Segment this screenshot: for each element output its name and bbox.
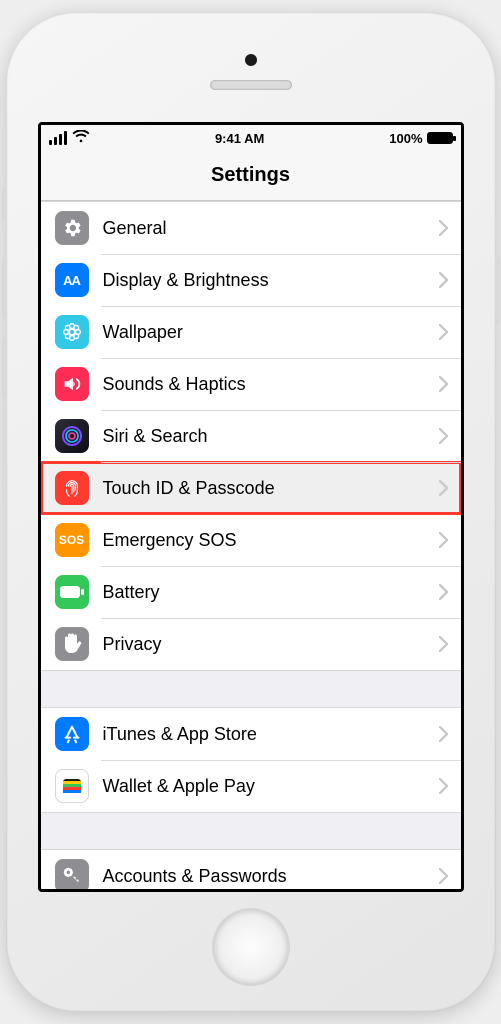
wifi-icon: [72, 130, 90, 146]
row-sounds-haptics[interactable]: Sounds & Haptics: [41, 358, 461, 410]
app-store-icon: [55, 717, 89, 751]
iphone-device-frame: 9:41 AM 100% Settings General AA Di: [6, 12, 496, 1012]
screen: 9:41 AM 100% Settings General AA Di: [38, 122, 464, 892]
row-emergency-sos[interactable]: SOS Emergency SOS: [41, 514, 461, 566]
chevron-right-icon: [439, 220, 449, 236]
row-itunes-app-store[interactable]: iTunes & App Store: [41, 708, 461, 760]
row-display-brightness[interactable]: AA Display & Brightness: [41, 254, 461, 306]
speaker-icon: [55, 367, 89, 401]
row-label: Emergency SOS: [103, 530, 237, 551]
settings-group: Accounts & Passwords: [41, 849, 461, 889]
fingerprint-icon: [55, 471, 89, 505]
chevron-right-icon: [439, 868, 449, 884]
key-icon: [55, 859, 89, 889]
chevron-right-icon: [439, 272, 449, 288]
battery-icon: [427, 132, 453, 144]
chevron-right-icon: [439, 584, 449, 600]
row-label: Display & Brightness: [103, 270, 269, 291]
wallet-icon: [55, 769, 89, 803]
row-label: iTunes & App Store: [103, 724, 257, 745]
row-label: Accounts & Passwords: [103, 866, 287, 887]
row-general[interactable]: General: [41, 202, 461, 254]
row-accounts-passwords[interactable]: Accounts & Passwords: [41, 850, 461, 889]
row-battery[interactable]: Battery: [41, 566, 461, 618]
row-label: Touch ID & Passcode: [103, 478, 275, 499]
hand-icon: [55, 627, 89, 661]
sos-icon: SOS: [55, 523, 89, 557]
home-button[interactable]: [212, 908, 290, 986]
earpiece-speaker: [210, 80, 292, 90]
chevron-right-icon: [439, 376, 449, 392]
row-label: Sounds & Haptics: [103, 374, 246, 395]
battery-pct: 100%: [389, 131, 422, 146]
chevron-right-icon: [439, 636, 449, 652]
status-bar: 9:41 AM 100%: [41, 125, 461, 151]
gear-icon: [55, 211, 89, 245]
chevron-right-icon: [439, 480, 449, 496]
chevron-right-icon: [439, 428, 449, 444]
row-wallet-apple-pay[interactable]: Wallet & Apple Pay: [41, 760, 461, 812]
row-privacy[interactable]: Privacy: [41, 618, 461, 670]
settings-list[interactable]: General AA Display & Brightness Wallpape…: [41, 201, 461, 889]
siri-icon: [55, 419, 89, 453]
flower-icon: [55, 315, 89, 349]
cellular-signal-icon: [49, 131, 68, 145]
page-title: Settings: [41, 151, 461, 201]
chevron-right-icon: [439, 778, 449, 794]
row-label: Wallpaper: [103, 322, 183, 343]
front-camera: [245, 54, 257, 66]
row-label: Wallet & Apple Pay: [103, 776, 255, 797]
settings-group: iTunes & App Store Wallet & Apple Pay: [41, 707, 461, 813]
row-wallpaper[interactable]: Wallpaper: [41, 306, 461, 358]
chevron-right-icon: [439, 324, 449, 340]
battery-icon: [55, 575, 89, 609]
chevron-right-icon: [439, 726, 449, 742]
row-label: Privacy: [103, 634, 162, 655]
status-time: 9:41 AM: [215, 131, 264, 146]
row-label: General: [103, 218, 167, 239]
row-label: Battery: [103, 582, 160, 603]
row-siri-search[interactable]: Siri & Search: [41, 410, 461, 462]
text-size-icon: AA: [55, 263, 89, 297]
chevron-right-icon: [439, 532, 449, 548]
row-touch-id-passcode[interactable]: Touch ID & Passcode: [41, 462, 461, 514]
row-label: Siri & Search: [103, 426, 208, 447]
settings-group: General AA Display & Brightness Wallpape…: [41, 201, 461, 671]
